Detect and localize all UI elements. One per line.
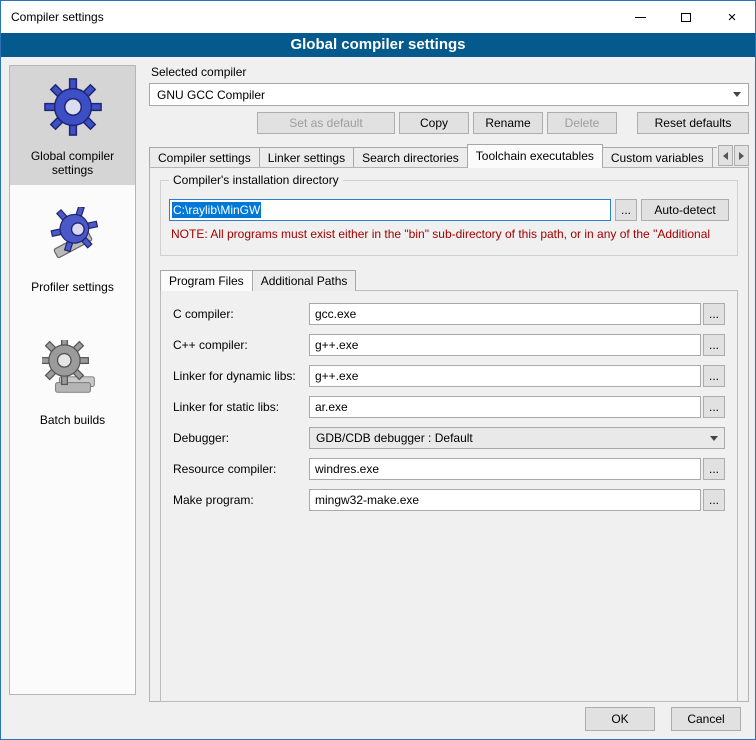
field-value: windres.exe bbox=[315, 462, 379, 476]
close-icon: × bbox=[728, 10, 737, 25]
set-as-default-button[interactable]: Set as default bbox=[257, 112, 395, 134]
field-row-resource-compiler: Resource compiler: windres.exe ... bbox=[173, 458, 725, 480]
field-value: GDB/CDB debugger : Default bbox=[316, 431, 473, 445]
right-arrow-icon bbox=[739, 152, 744, 160]
dynamic-linker-browse-button[interactable]: ... bbox=[703, 365, 725, 387]
make-program-browse-button[interactable]: ... bbox=[703, 489, 725, 511]
installation-directory-input[interactable]: C:\raylib\MinGW bbox=[169, 199, 611, 221]
installation-note: NOTE: All programs must exist either in … bbox=[171, 227, 727, 241]
resource-compiler-input[interactable]: windres.exe bbox=[309, 458, 701, 480]
reset-defaults-button[interactable]: Reset defaults bbox=[637, 112, 749, 134]
tab-custom-variables[interactable]: Custom variables bbox=[602, 147, 713, 168]
selected-compiler-value: GNU GCC Compiler bbox=[157, 88, 265, 102]
dynamic-linker-input[interactable]: g++.exe bbox=[309, 365, 701, 387]
field-label: Linker for dynamic libs: bbox=[173, 369, 309, 383]
make-program-input[interactable]: mingw32-make.exe bbox=[309, 489, 701, 511]
cancel-button[interactable]: Cancel bbox=[671, 707, 741, 731]
field-row-make-program: Make program: mingw32-make.exe ... bbox=[173, 489, 725, 511]
window-controls: × bbox=[617, 1, 755, 33]
main-panel: Selected compiler GNU GCC Compiler Set a… bbox=[149, 63, 749, 702]
settings-category-list: Global compiler settings bbox=[9, 65, 136, 695]
field-row-debugger: Debugger: GDB/CDB debugger : Default bbox=[173, 427, 725, 449]
tab-linker-settings[interactable]: Linker settings bbox=[259, 147, 354, 168]
installation-directory-browse-button[interactable]: ... bbox=[615, 199, 637, 221]
sidebar-item-batch-builds[interactable]: Batch builds bbox=[10, 330, 135, 435]
left-arrow-icon bbox=[723, 152, 728, 160]
maximize-icon bbox=[681, 13, 691, 22]
subtab-program-files[interactable]: Program Files bbox=[160, 270, 253, 291]
field-row-cpp-compiler: C++ compiler: g++.exe ... bbox=[173, 334, 725, 356]
cpp-compiler-browse-button[interactable]: ... bbox=[703, 334, 725, 356]
auto-detect-button[interactable]: Auto-detect bbox=[641, 199, 729, 221]
installation-directory-group: Compiler's installation directory C:\ray… bbox=[160, 180, 738, 256]
sidebar-item-label: Profiler settings bbox=[31, 280, 114, 294]
program-files-panel: C compiler: gcc.exe ... C++ compiler: g+… bbox=[160, 290, 738, 702]
installation-directory-label: Compiler's installation directory bbox=[169, 173, 343, 187]
tab-scroll-arrows bbox=[717, 145, 749, 166]
field-value: mingw32-make.exe bbox=[315, 493, 419, 507]
close-button[interactable]: × bbox=[709, 1, 755, 33]
dialog-footer: OK Cancel bbox=[585, 707, 741, 731]
minimize-icon bbox=[635, 17, 646, 18]
settings-tabs: Compiler settings Linker settings Search… bbox=[149, 144, 749, 168]
field-label: Linker for static libs: bbox=[173, 400, 309, 414]
chevron-down-icon bbox=[710, 436, 718, 441]
profiler-icon bbox=[42, 207, 104, 272]
field-value: g++.exe bbox=[315, 338, 358, 352]
compiler-settings-dialog: Compiler settings × Global compiler sett… bbox=[0, 0, 756, 740]
chevron-down-icon bbox=[733, 92, 741, 97]
field-row-static-linker: Linker for static libs: ar.exe ... bbox=[173, 396, 725, 418]
titlebar: Compiler settings × bbox=[1, 1, 755, 33]
tab-scroll-right-button[interactable] bbox=[734, 145, 749, 166]
field-label: C compiler: bbox=[173, 307, 309, 321]
field-row-c-compiler: C compiler: gcc.exe ... bbox=[173, 303, 725, 325]
dialog-header: Global compiler settings bbox=[1, 33, 755, 57]
tab-compiler-settings[interactable]: Compiler settings bbox=[149, 147, 260, 168]
tab-scroll-left-button[interactable] bbox=[718, 145, 733, 166]
selected-compiler-label: Selected compiler bbox=[151, 65, 749, 79]
static-linker-browse-button[interactable]: ... bbox=[703, 396, 725, 418]
field-label: Make program: bbox=[173, 493, 309, 507]
rename-button[interactable]: Rename bbox=[473, 112, 543, 134]
subtab-additional-paths[interactable]: Additional Paths bbox=[252, 270, 357, 291]
global-compiler-gear-icon bbox=[42, 76, 104, 141]
installation-directory-row: C:\raylib\MinGW ... Auto-detect bbox=[169, 199, 729, 221]
tab-toolchain-executables[interactable]: Toolchain executables bbox=[467, 144, 603, 168]
c-compiler-browse-button[interactable]: ... bbox=[703, 303, 725, 325]
field-label: C++ compiler: bbox=[173, 338, 309, 352]
batch-builds-icon bbox=[42, 340, 104, 405]
static-linker-input[interactable]: ar.exe bbox=[309, 396, 701, 418]
sidebar-item-label: Global compiler settings bbox=[14, 149, 131, 177]
window-title: Compiler settings bbox=[1, 10, 104, 24]
minimize-button[interactable] bbox=[617, 1, 663, 33]
program-tabs: Program Files Additional Paths bbox=[160, 270, 748, 291]
dialog-header-title: Global compiler settings bbox=[290, 36, 465, 53]
toolchain-executables-panel: Compiler's installation directory C:\ray… bbox=[149, 167, 749, 702]
field-value: ar.exe bbox=[315, 400, 348, 414]
tab-search-directories[interactable]: Search directories bbox=[353, 147, 468, 168]
cpp-compiler-input[interactable]: g++.exe bbox=[309, 334, 701, 356]
delete-button[interactable]: Delete bbox=[547, 112, 617, 134]
copy-button[interactable]: Copy bbox=[399, 112, 469, 134]
resource-compiler-browse-button[interactable]: ... bbox=[703, 458, 725, 480]
field-label: Resource compiler: bbox=[173, 462, 309, 476]
debugger-select[interactable]: GDB/CDB debugger : Default bbox=[309, 427, 725, 449]
field-label: Debugger: bbox=[173, 431, 309, 445]
installation-directory-value: C:\raylib\MinGW bbox=[172, 202, 261, 218]
sidebar-item-global-compiler-settings[interactable]: Global compiler settings bbox=[10, 66, 135, 185]
sidebar-item-label: Batch builds bbox=[40, 413, 105, 427]
ok-button[interactable]: OK bbox=[585, 707, 655, 731]
maximize-button[interactable] bbox=[663, 1, 709, 33]
field-row-dynamic-linker: Linker for dynamic libs: g++.exe ... bbox=[173, 365, 725, 387]
field-value: g++.exe bbox=[315, 369, 358, 383]
c-compiler-input[interactable]: gcc.exe bbox=[309, 303, 701, 325]
field-value: gcc.exe bbox=[315, 307, 356, 321]
selected-compiler-select[interactable]: GNU GCC Compiler bbox=[149, 83, 749, 106]
compiler-actions: Set as default Copy Rename Delete Reset … bbox=[149, 112, 749, 134]
sidebar-item-profiler-settings[interactable]: Profiler settings bbox=[10, 197, 135, 302]
